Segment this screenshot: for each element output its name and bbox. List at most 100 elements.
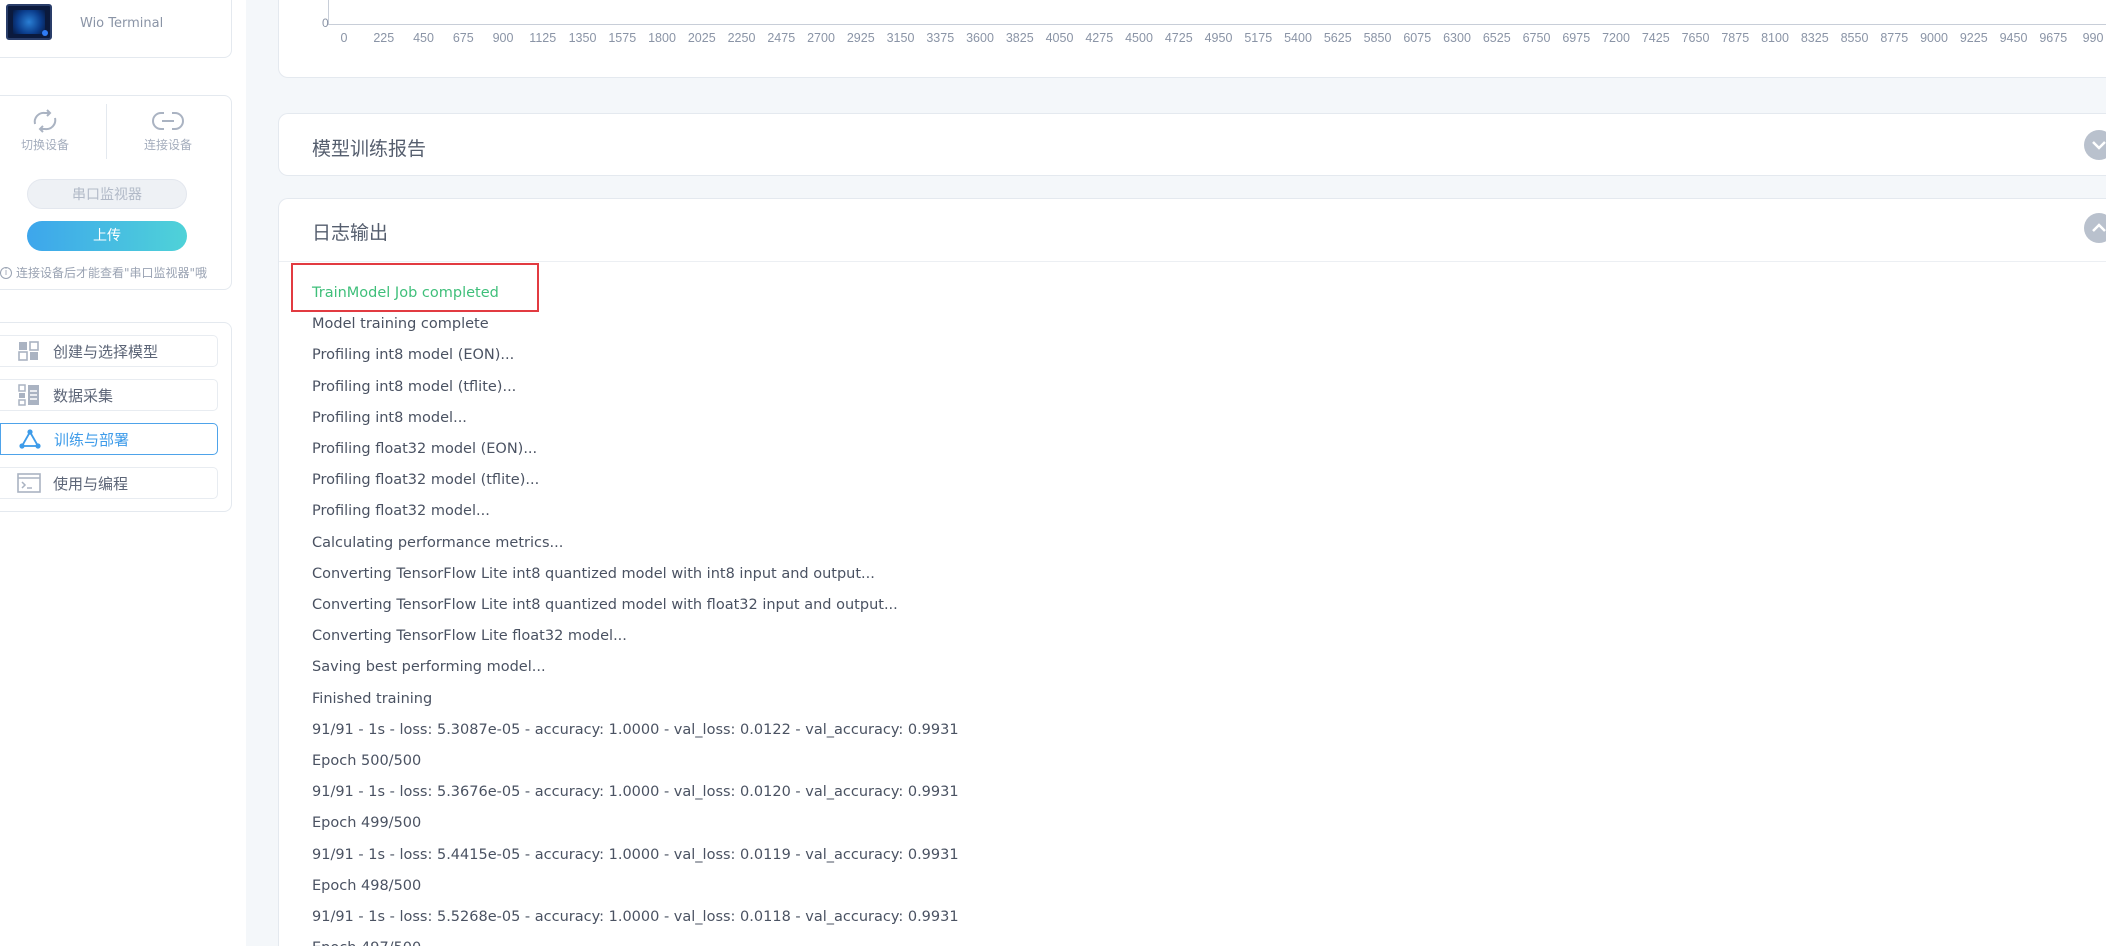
grid-icon [17,341,41,361]
info-icon: i [0,266,12,279]
chart-x-tick-label: 4050 [1046,31,1074,45]
log-line: Profiling float32 model... [312,503,490,520]
chart-x-tick-label: 2250 [728,31,756,45]
chart-x-tick-label: 4725 [1165,31,1193,45]
log-line: Converting TensorFlow Lite int8 quantize… [312,565,875,582]
chart-x-tick-label: 3825 [1006,31,1034,45]
switch-device-button[interactable]: 切换设备 [0,108,95,158]
switch-icon [33,109,57,133]
terminal-icon [17,473,41,493]
chevron-down-icon[interactable] [2084,130,2106,160]
chart-x-tick-label: 900 [493,31,514,45]
chart-x-tick-label: 6975 [1562,31,1590,45]
log-line: Epoch 499/500 [312,815,422,832]
chart-x-tick-label: 6525 [1483,31,1511,45]
log-line: 91/91 - 1s - loss: 5.5268e-05 - accuracy… [312,909,959,925]
chevron-up-icon[interactable] [2084,213,2106,243]
chart-x-tick-label: 1350 [569,31,597,45]
connect-hint-text: 连接设备后才能查看"串口监视器"哦 [16,266,208,280]
chart-x-tick-label: 6075 [1403,31,1431,45]
chart-x-tick-label: 7875 [1721,31,1749,45]
log-line: Profiling int8 model (tflite)... [312,378,517,395]
log-line: Epoch 500/500 [312,753,422,769]
chart-x-tick-label: 9450 [2000,31,2028,45]
nav-label: 训练与部署 [54,430,130,449]
chart-x-tick-label: 9000 [1920,31,1948,45]
chart-x-tick-label: 9675 [2039,31,2067,45]
chart-x-tick-label: 2025 [688,31,716,45]
report-panel-title: 模型训练报告 [312,138,427,160]
log-line: Epoch 498/500 [312,877,422,894]
chart-x-tick-label: 8100 [1761,31,1789,45]
log-line: Profiling float32 model (tflite)... [312,472,540,489]
chart-x-tick-label: 7200 [1602,31,1630,45]
nav-item-use-program[interactable]: 使用与编程 [0,467,218,499]
nav-item-data-collection[interactable]: 数据采集 [0,379,218,411]
log-line: Profiling int8 model (EON)... [312,347,515,364]
chart-x-ticks: 0 225 450 675 900 1125 1350 1575 1800 2025 2250 247… [341,31,2104,45]
training-chart-panel: 0 0 225 450 675 900 1125 1350 1575 1800 2025 2250 2… [278,0,2106,78]
nav-item-create-model[interactable]: 创建与选择模型 [0,335,218,367]
log-output-panel: 日志输出 TrainModel Job completed Model train… [278,198,2106,946]
sidebar: Wio Terminal 切换设备 连接设备 串口监视器 上传 i 连接设备后才 [0,0,246,946]
chart-x-tick-label: 3600 [966,31,994,45]
nav-card: 创建与选择模型 数据采集 训练与部署 使用与编程 [0,322,232,512]
connect-device-button[interactable]: 连接设备 [118,108,218,158]
log-line: Calculating performance metrics... [312,534,564,551]
chart-x-tick-label: 5850 [1364,31,1392,45]
highlight-box [291,263,539,312]
chart-x-tick-label: 6750 [1523,31,1551,45]
connect-device-label: 连接设备 [143,138,192,152]
serial-monitor-button[interactable]: 串口监视器 [27,179,187,209]
chart-x-tick-label: 1125 [529,31,556,45]
log-line: Converting TensorFlow Lite float32 model… [312,628,627,645]
log-line: Profiling int8 model... [312,409,467,426]
chart-x-tick-label: 5400 [1284,31,1312,45]
device-name: Wio Terminal [80,16,164,31]
chart-x-tick-label: 8325 [1801,31,1829,45]
chart-x-tick-label: 8550 [1841,31,1869,45]
log-line: Converting TensorFlow Lite int8 quantize… [312,597,898,613]
chart-x-tick-label: 3375 [926,31,954,45]
chart-y-tick-label: 0 [322,16,329,30]
chart-x-tick-label: 4275 [1085,31,1113,45]
chart-x-tick-label: 675 [453,31,474,45]
log-line: Saving best performing model... [312,659,546,676]
chart-x-tick-label: 4950 [1205,31,1233,45]
log-line: 91/91 - 1s - loss: 5.3087e-05 - accuracy… [312,721,959,738]
log-panel-title: 日志输出 [312,222,389,244]
chart-x-tick-label: 7425 [1642,31,1670,45]
chart-x-tick-label: 5625 [1324,31,1352,45]
nav-item-train-deploy[interactable]: 训练与部署 [0,423,218,455]
chart-x-tick-label: 225 [373,31,394,45]
log-line: Epoch 497/500 [312,940,421,946]
log-line: 91/91 - 1s - loss: 5.4415e-05 - accuracy… [312,846,959,863]
chart-x-tick-label: 8775 [1880,31,1908,45]
data-collect-icon [17,384,41,406]
chart-x-tick-label: 1800 [648,31,676,45]
chart-x-tick-label: 990 [2083,31,2104,45]
device-image [6,4,52,40]
link-icon [152,112,184,130]
chart-x-tick-label: 2700 [807,31,835,45]
chart-x-tick-label: 5175 [1244,31,1272,45]
log-line: Profiling float32 model (EON)... [312,441,538,457]
switch-device-label: 切换设备 [20,138,69,152]
chart-x-tick-label: 7650 [1682,31,1710,45]
device-card[interactable]: Wio Terminal [0,0,232,58]
upload-button[interactable]: 上传 [27,221,187,251]
connect-hint: i 连接设备后才能查看"串口监视器"哦 [0,264,207,281]
chart-x-tick-label: 6300 [1443,31,1471,45]
log-line: Model training complete [312,316,489,333]
chart-x-tick-label: 0 [341,31,348,45]
chart-x-tick-label: 2925 [847,31,875,45]
model-report-panel[interactable]: 模型训练报告 [278,113,2106,176]
chart-x-tick-label: 2475 [767,31,795,45]
training-chart: 0 0 225 450 675 900 1125 1350 1575 1800 2025 2250 2… [322,0,2106,45]
chart-x-tick-label: 4500 [1125,31,1153,45]
chart-x-tick-label: 450 [413,31,434,45]
log-header-divider [279,261,2106,262]
log-line: 91/91 - 1s - loss: 5.3676e-05 - accuracy… [312,784,959,801]
nav-label: 创建与选择模型 [53,342,159,361]
chart-x-tick-label: 1575 [608,31,636,45]
